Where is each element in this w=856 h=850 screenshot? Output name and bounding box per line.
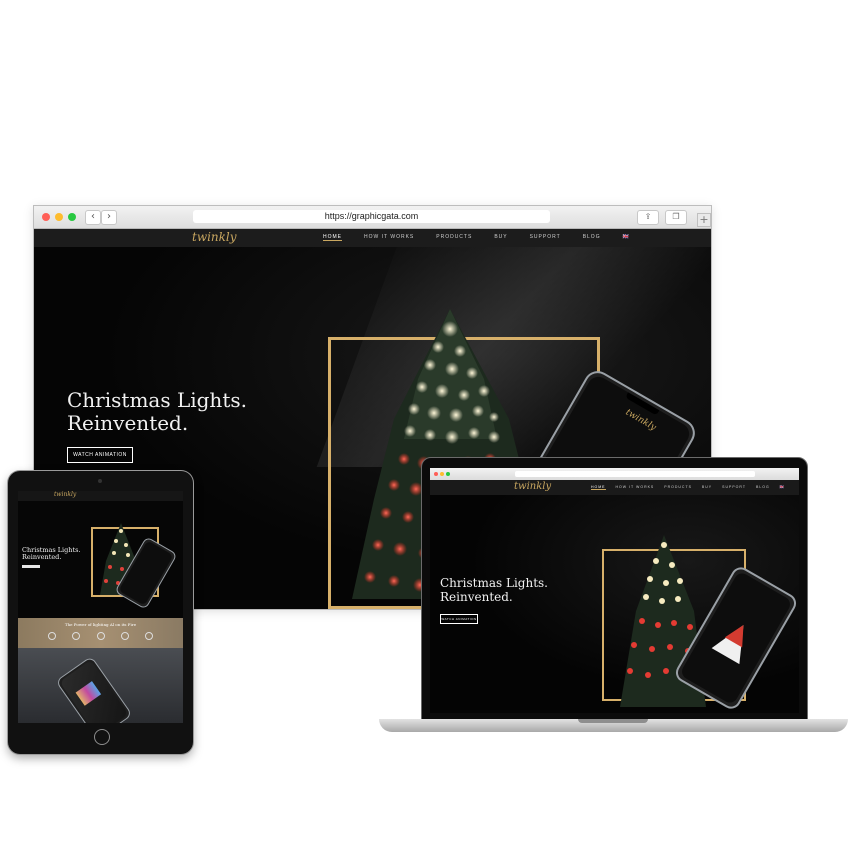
laptop-site-nav: HOME HOW IT WORKS PRODUCTS BUY SUPPORT B… <box>591 485 785 490</box>
close-window-icon[interactable] <box>434 472 438 476</box>
nav-buy[interactable]: BUY <box>494 234 507 241</box>
nav-products[interactable]: PRODUCTS <box>664 485 692 490</box>
minimize-window-icon[interactable] <box>440 472 444 476</box>
laptop-headline-line-1: Christmas Lights. <box>440 576 548 590</box>
laptop-site-navbar: twinkly HOME HOW IT WORKS PRODUCTS BUY S… <box>430 480 799 495</box>
laptop-address-bar[interactable] <box>515 471 755 477</box>
nav-home[interactable]: HOME <box>323 234 342 241</box>
tablet-app-phone <box>55 655 133 723</box>
nav-buy[interactable]: BUY <box>702 485 712 490</box>
laptop-watch-animation-button[interactable]: WATCH ANIMATION <box>440 614 478 624</box>
headline-line-2: Reinvented. <box>67 411 189 435</box>
nav-blog[interactable]: BLOG <box>756 485 770 490</box>
tablet-screen: twinkly Christmas Lights. Reinvented. Th… <box>18 491 183 723</box>
share-icon[interactable]: ⇪ <box>637 210 659 225</box>
nav-blog[interactable]: BLOG <box>583 234 601 241</box>
nav-home[interactable]: HOME <box>591 485 606 490</box>
minimize-window-icon[interactable] <box>55 213 63 221</box>
power-section: The Power of lighting Al on its Fire <box>18 618 183 648</box>
tablet-navbar: twinkly <box>18 491 183 501</box>
new-tab-button[interactable]: + <box>697 213 711 227</box>
laptop-browser-toolbar <box>430 468 799 480</box>
forward-button[interactable]: › <box>101 210 117 225</box>
feature-icon <box>145 632 153 640</box>
tablet-logo[interactable]: twinkly <box>54 491 76 498</box>
site-navbar: twinkly HOME HOW IT WORKS PRODUCTS BUY S… <box>34 229 711 247</box>
tablet-headline-line-2: Reinvented. <box>22 553 62 562</box>
feature-icon <box>72 632 81 640</box>
back-button[interactable]: ‹ <box>85 210 101 225</box>
laptop-hero: Christmas Lights. Reinvented. WATCH ANIM… <box>430 495 799 713</box>
nav-products[interactable]: PRODUCTS <box>436 234 472 241</box>
power-section-title: The Power of lighting Al on its Fire <box>64 622 137 627</box>
laptop-logo[interactable]: twinkly <box>514 481 551 492</box>
feature-icon <box>96 632 105 640</box>
app-section <box>18 648 183 723</box>
laptop-open-notch <box>578 719 648 723</box>
watch-animation-button[interactable]: WATCH ANIMATION <box>67 447 133 463</box>
nav-how-it-works[interactable]: HOW IT WORKS <box>364 234 414 241</box>
browser-toolbar: ‹ › https://graphicgata.com ⇪ ❐ + <box>34 206 711 229</box>
headline-line-1: Christmas Lights. <box>67 388 247 412</box>
language-flag-icon[interactable]: 🇬🇧 <box>780 485 785 490</box>
hero-headline: Christmas Lights. Reinvented. <box>67 389 247 435</box>
tablet-cta-button[interactable] <box>22 565 40 568</box>
tablet-headline: Christmas Lights. Reinvented. <box>22 546 81 562</box>
nav-how-it-works[interactable]: HOW IT WORKS <box>616 485 655 490</box>
laptop-screen: twinkly HOME HOW IT WORKS PRODUCTS BUY S… <box>430 468 799 713</box>
feature-icons <box>48 632 153 640</box>
feature-icon <box>120 632 129 640</box>
laptop-device: twinkly HOME HOW IT WORKS PRODUCTS BUY S… <box>421 457 808 721</box>
maximize-window-icon[interactable] <box>446 472 450 476</box>
maximize-window-icon[interactable] <box>68 213 76 221</box>
feature-icon <box>48 632 56 640</box>
nav-support[interactable]: SUPPORT <box>530 234 561 241</box>
site-nav: HOME HOW IT WORKS PRODUCTS BUY SUPPORT B… <box>323 234 630 241</box>
language-flag-icon[interactable]: 🇬🇧 <box>623 234 630 241</box>
close-window-icon[interactable] <box>42 213 50 221</box>
address-bar[interactable]: https://graphicgata.com <box>193 210 550 223</box>
tablet-device: twinkly Christmas Lights. Reinvented. Th… <box>8 471 193 754</box>
tablet-camera <box>98 479 102 483</box>
tabs-icon[interactable]: ❐ <box>665 210 687 225</box>
laptop-headline-line-2: Reinvented. <box>440 589 513 604</box>
home-button[interactable] <box>94 729 110 745</box>
nav-support[interactable]: SUPPORT <box>722 485 746 490</box>
site-logo[interactable]: twinkly <box>192 230 237 244</box>
laptop-headline: Christmas Lights. Reinvented. <box>440 576 548 605</box>
